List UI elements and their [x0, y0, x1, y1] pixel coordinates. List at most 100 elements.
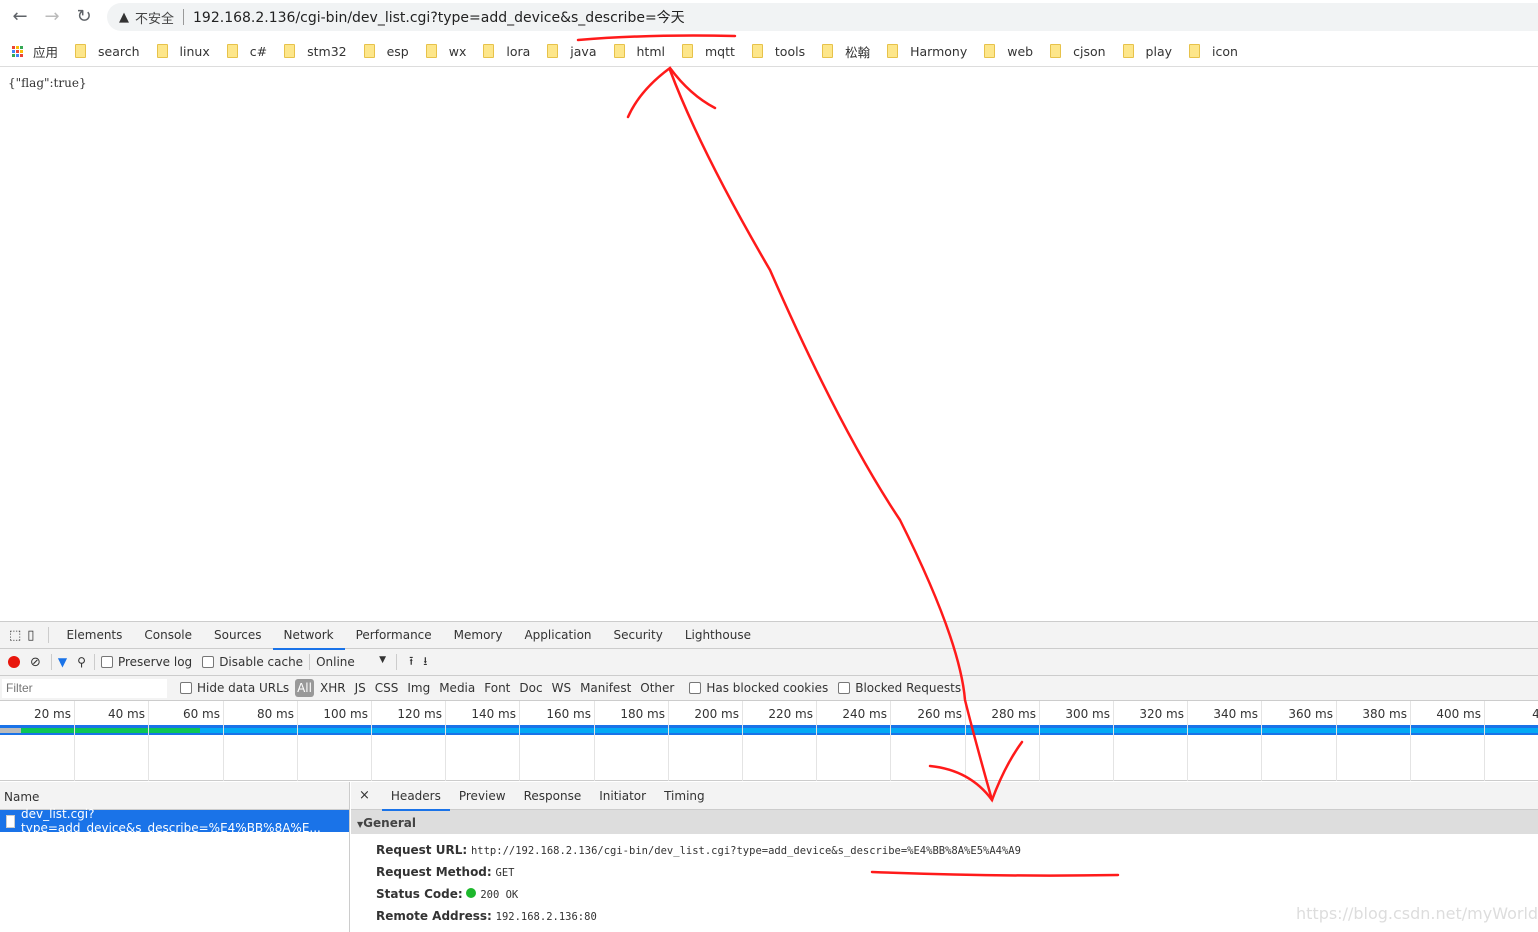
tab-security[interactable]: Security — [603, 622, 674, 649]
folder-icon — [363, 44, 375, 58]
bookmark-item[interactable]: c# — [226, 42, 267, 61]
timeline-tick-label: 160 ms — [546, 707, 591, 721]
filter-bar: Hide data URLs AllXHRJSCSSImgMediaFontDo… — [0, 676, 1538, 701]
bookmark-item[interactable]: mqtt — [681, 42, 735, 61]
filter-type-doc[interactable]: Doc — [519, 681, 542, 695]
timeline-tick-label: 260 ms — [917, 707, 962, 721]
record-button[interactable] — [8, 656, 20, 668]
blocked-requests-checkbox[interactable] — [838, 682, 851, 694]
folder-icon — [822, 44, 834, 58]
bookmark-item[interactable]: java — [547, 42, 597, 61]
folder-icon — [984, 44, 996, 58]
tab-sources[interactable]: Sources — [203, 622, 272, 649]
tab-lighthouse[interactable]: Lighthouse — [674, 622, 762, 649]
bookmarks-bar: 应用 search linux c# stm32 esp wx lora java html mq… — [0, 36, 1538, 67]
tab-memory[interactable]: Memory — [443, 622, 514, 649]
timeline-tick-label: 180 ms — [620, 707, 665, 721]
forward-button[interactable]: → — [41, 6, 63, 28]
status-ok-icon — [466, 888, 477, 898]
request-row[interactable]: dev_list.cgi?type=add_device&s_describe=… — [0, 807, 349, 835]
folder-icon — [75, 44, 87, 58]
bookmark-item[interactable]: linux — [156, 42, 210, 61]
reload-button[interactable]: ↻ — [73, 6, 95, 28]
bookmark-item[interactable]: wx — [425, 42, 466, 61]
filter-type-ws[interactable]: WS — [552, 681, 571, 695]
bookmark-item[interactable]: web — [984, 42, 1033, 61]
bookmark-item[interactable]: tools — [751, 42, 805, 61]
import-har-icon[interactable]: ⭱ — [409, 652, 413, 673]
bookmark-item[interactable]: Harmony — [887, 42, 967, 61]
tab-console[interactable]: Console — [133, 622, 203, 649]
status-code: 200 OK — [480, 889, 519, 901]
timeline-tick-label: 200 ms — [694, 707, 739, 721]
folder-icon — [613, 44, 625, 58]
request-method: GET — [495, 867, 515, 879]
export-har-icon[interactable]: ⭳ — [423, 652, 427, 673]
address-bar[interactable]: ▲ 不安全 192.168.2.136/cgi-bin/dev_list.cgi… — [107, 3, 1538, 31]
hide-data-urls-checkbox[interactable] — [180, 682, 192, 694]
timeline-tick-label: 380 ms — [1362, 707, 1407, 721]
filter-type-other[interactable]: Other — [640, 681, 674, 695]
bookmark-item[interactable]: search — [75, 42, 140, 61]
throttle-select[interactable]: Online ▼ — [316, 655, 386, 669]
filter-type-js[interactable]: JS — [355, 681, 366, 695]
tab-performance[interactable]: Performance — [345, 622, 443, 649]
tab-application[interactable]: Application — [513, 622, 602, 649]
timeline-tick-label: 100 ms — [323, 707, 368, 721]
tab-network[interactable]: Network — [272, 622, 345, 650]
preserve-log-checkbox[interactable] — [100, 656, 113, 668]
bookmark-item[interactable]: play — [1122, 42, 1172, 61]
general-section-header[interactable]: ▼General — [351, 810, 1538, 834]
bookmark-item[interactable]: lora — [483, 42, 530, 61]
bookmark-item[interactable]: icon — [1189, 42, 1238, 61]
folder-icon — [1122, 44, 1134, 58]
bookmark-apps[interactable]: 应用 — [12, 42, 58, 61]
network-overview[interactable]: 20 ms 40 ms 60 ms 80 ms 100 ms 120 ms 140 ms 16… — [0, 701, 1538, 781]
filter-type-all[interactable]: All — [295, 679, 314, 697]
close-icon[interactable]: × — [359, 788, 370, 803]
bookmark-item[interactable]: html — [613, 42, 665, 61]
filter-type-media[interactable]: Media — [439, 681, 475, 695]
folder-icon — [226, 44, 238, 58]
timeline-tick-label: 40 ms — [107, 707, 145, 721]
tab-elements[interactable]: Elements — [55, 622, 133, 649]
disable-cache-checkbox[interactable] — [202, 656, 215, 668]
device-toolbar-icon[interactable]: ▯ — [27, 628, 34, 643]
timeline-tick-label: 320 ms — [1139, 707, 1184, 721]
folder-icon — [1050, 44, 1062, 58]
timeline-tick-label: 120 ms — [397, 707, 442, 721]
back-button[interactable]: ← — [9, 6, 31, 28]
filter-type-css[interactable]: CSS — [375, 681, 399, 695]
detail-tab-headers[interactable]: Headers — [381, 782, 450, 811]
timeline-tick-label: 400 ms — [1436, 707, 1481, 721]
bookmark-item[interactable]: cjson — [1050, 42, 1106, 61]
has-blocked-cookies-checkbox[interactable] — [689, 682, 702, 694]
timeline-tick-label: 300 ms — [1065, 707, 1110, 721]
filter-type-xhr[interactable]: XHR — [320, 681, 346, 695]
timeline-gridline — [148, 701, 149, 781]
filter-type-manifest[interactable]: Manifest — [580, 681, 631, 695]
folder-icon — [887, 44, 899, 58]
url-text: 192.168.2.136/cgi-bin/dev_list.cgi?type=… — [193, 10, 685, 26]
timeline-tick-label: 280 ms — [991, 707, 1036, 721]
search-icon[interactable]: ⚲ — [77, 655, 86, 669]
detail-tab-preview[interactable]: Preview — [450, 782, 515, 810]
timeline-tick-label: 420 — [1532, 707, 1538, 721]
name-column-header[interactable]: Name — [0, 782, 349, 810]
document-icon — [6, 814, 16, 828]
bookmark-item[interactable]: stm32 — [284, 42, 347, 61]
bookmark-item[interactable]: esp — [363, 42, 409, 61]
detail-tab-initiator[interactable]: Initiator — [590, 782, 655, 810]
bookmark-item[interactable]: 松翰 — [822, 42, 870, 61]
timeline-tick-label: 220 ms — [768, 707, 813, 721]
filter-input[interactable] — [2, 678, 167, 698]
timeline-gridline — [890, 701, 891, 781]
clear-icon[interactable]: ⊘ — [30, 655, 41, 670]
filter-type-font[interactable]: Font — [484, 681, 510, 695]
filter-type-img[interactable]: Img — [407, 681, 430, 695]
filter-icon[interactable]: ▼ — [58, 655, 67, 669]
detail-tab-response[interactable]: Response — [515, 782, 591, 810]
response-body: {"flag":true} — [8, 76, 87, 90]
detail-tab-timing[interactable]: Timing — [655, 782, 714, 810]
inspect-element-icon[interactable]: ⬚ — [9, 628, 21, 643]
